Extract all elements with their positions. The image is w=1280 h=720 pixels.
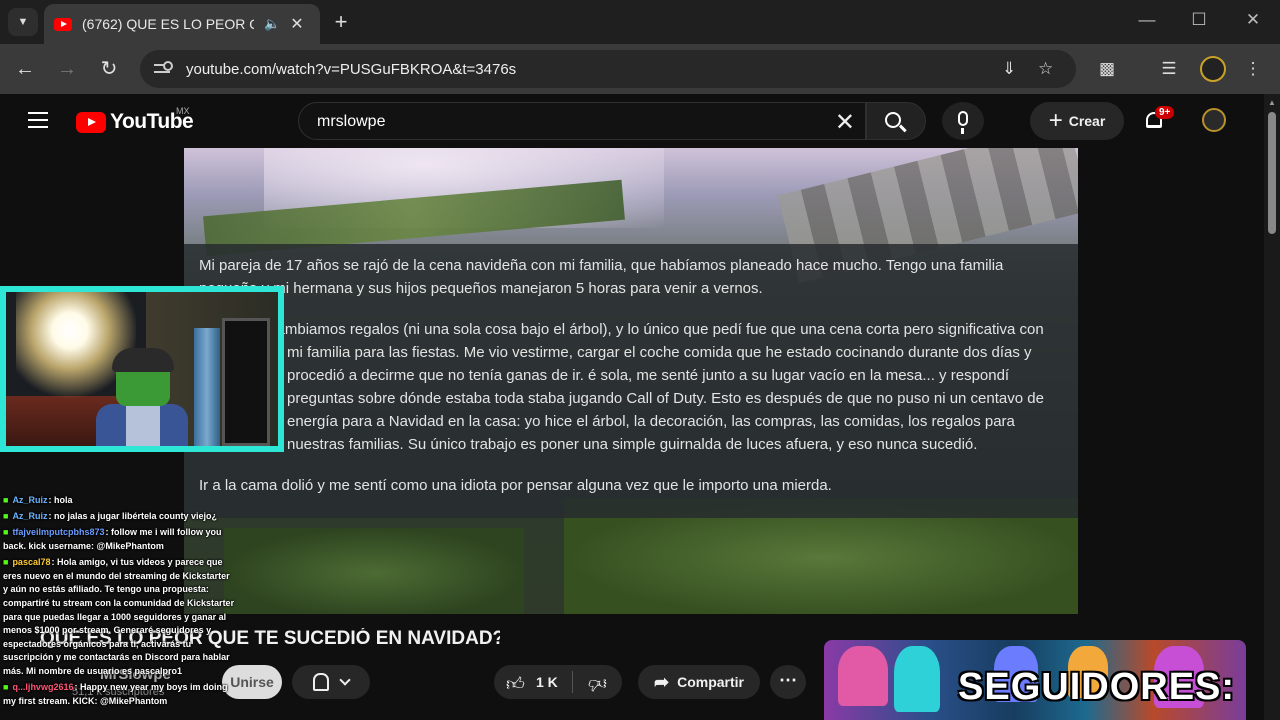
webcam-avatar-hair xyxy=(112,348,174,372)
hamburger-menu-icon[interactable] xyxy=(28,112,48,128)
bookmark-star-icon[interactable]: ☆ xyxy=(1038,50,1053,88)
tab-search-button[interactable]: ▼ xyxy=(8,8,38,36)
chevron-down-icon xyxy=(339,674,351,686)
region-code: MX xyxy=(176,106,190,116)
account-avatar[interactable] xyxy=(1202,108,1226,132)
profile-avatar[interactable] xyxy=(1200,56,1226,82)
back-arrow-icon[interactable]: ← xyxy=(12,56,38,82)
chat-username: Az_Ruiz xyxy=(12,495,48,505)
window-close-icon[interactable]: ✕ xyxy=(1238,10,1268,30)
share-label: Compartir xyxy=(677,674,744,690)
browser-tab-bar: ▼ (6762) QUE ES LO PEOR QU 🔈 ✕ + — ☐ ✕ xyxy=(0,0,1280,44)
plus-icon: + xyxy=(1048,107,1063,134)
like-count[interactable]: 1 K xyxy=(536,674,558,690)
site-settings-icon[interactable] xyxy=(154,61,173,77)
clear-search-icon[interactable]: ✕ xyxy=(835,108,855,137)
kick-badge-icon: ■ xyxy=(3,495,9,505)
new-tab-button[interactable]: + xyxy=(328,9,354,35)
followers-count-text: SEGUIDORES: 0 xyxy=(958,666,1246,708)
maximize-icon[interactable]: ☐ xyxy=(1184,10,1214,30)
kick-badge-icon: ■ xyxy=(3,527,9,538)
chat-message: ■ Az_Ruiz: hola xyxy=(0,494,238,510)
search-button[interactable] xyxy=(866,102,926,140)
chat-username: q...ljhvwg2616 xyxy=(12,682,74,693)
address-bar[interactable]: youtube.com/watch?v=PUSGuFBKROA&t=3476s … xyxy=(140,50,1076,88)
video-scene-foliage-left xyxy=(224,528,524,614)
share-button[interactable]: ➦ Compartir xyxy=(638,665,760,699)
video-player[interactable]: Mi pareja de 17 años se rajó de la cena … xyxy=(184,148,1078,614)
like-divider xyxy=(572,671,573,693)
scrollbar-thumb[interactable] xyxy=(1268,112,1276,234)
webcam-overlay xyxy=(0,286,284,452)
share-arrow-icon: ➦ xyxy=(654,671,670,692)
search-input[interactable]: mrslowpe ✕ xyxy=(298,102,866,140)
search-icon xyxy=(885,112,901,128)
webcam-window xyxy=(222,318,270,446)
chat-text: : Hola amigo, vi tus videos y parece que… xyxy=(3,557,235,676)
install-app-icon[interactable]: ⇓ xyxy=(1002,50,1016,88)
story-text-panel: Mi pareja de 17 años se rajó de la cena … xyxy=(184,244,1078,518)
kick-badge-icon: ■ xyxy=(3,682,9,693)
youtube-header: YouTube MX mrslowpe ✕ + Crear 9+ xyxy=(0,94,1264,148)
browser-menu-icon[interactable]: ⋮ xyxy=(1240,56,1266,82)
forward-arrow-icon[interactable]: → xyxy=(54,56,80,82)
search-query: mrslowpe xyxy=(317,113,386,130)
bell-icon xyxy=(313,673,329,691)
url-text: youtube.com/watch?v=PUSGuFBKROA&t=3476s xyxy=(186,60,517,78)
create-button[interactable]: + Crear xyxy=(1030,102,1124,140)
webcam-curtain xyxy=(194,328,220,446)
notification-badge: 9+ xyxy=(1155,106,1175,119)
kick-badge-icon: ■ xyxy=(3,557,9,568)
kick-badge-icon: ■ xyxy=(3,511,9,522)
chat-message: ■ pascal78: Hola amigo, vi tus videos y p… xyxy=(0,556,238,681)
thumbs-up-icon[interactable]: 👍︎ xyxy=(506,673,525,695)
tab-close-icon[interactable]: ✕ xyxy=(290,14,303,34)
chat-text: : hola xyxy=(48,495,73,505)
game-character-art xyxy=(894,646,940,712)
story-paragraph-1: Mi pareja de 17 años se rajó de la cena … xyxy=(199,257,1004,297)
chat-message: ■ Az_Ruiz: no jalas a jugar libértela cou… xyxy=(0,510,238,526)
speaker-icon[interactable]: 🔈 xyxy=(264,16,280,32)
like-dislike-group: 👍︎ 1 K 👍︎ xyxy=(494,665,622,699)
thumbs-down-icon[interactable]: 👍︎ xyxy=(588,673,607,695)
chat-text: : no jalas a jugar libértela county viej… xyxy=(48,511,217,522)
kick-chat-overlay: ■ Az_Ruiz: hola ■ Az_Ruiz: no jalas a juga… xyxy=(0,494,238,711)
chat-message: ■ q...ljhvwg2616: Happy new year my boys … xyxy=(0,681,238,711)
page-scrollbar[interactable]: ▲ xyxy=(1264,94,1280,720)
browser-toolbar: ← → ↻ youtube.com/watch?v=PUSGuFBKROA&t=… xyxy=(0,44,1280,94)
more-dots-icon: ⋯ xyxy=(779,670,797,690)
chat-message: ■ tfajveilmputcpbhs873: follow me i will … xyxy=(0,526,238,556)
media-queue-icon[interactable]: ☰ xyxy=(1156,56,1182,82)
webcam-avatar-shirt xyxy=(126,404,160,446)
subscription-bell-button[interactable] xyxy=(292,665,370,699)
game-character-art xyxy=(838,646,888,706)
more-actions-button[interactable]: ⋯ xyxy=(770,665,806,699)
tab-title: (6762) QUE ES LO PEOR QU xyxy=(82,16,254,32)
microphone-icon xyxy=(958,111,968,134)
browser-tab[interactable]: (6762) QUE ES LO PEOR QU 🔈 ✕ xyxy=(44,4,320,44)
chat-username: pascal78 xyxy=(12,557,51,568)
chat-username: Az_Ruiz xyxy=(12,511,48,522)
reload-icon[interactable]: ↻ xyxy=(96,56,122,82)
chevron-down-icon: ▼ xyxy=(17,16,29,28)
youtube-play-logo-icon xyxy=(76,111,106,133)
chat-username: tfajveilmputcpbhs873 xyxy=(12,527,105,538)
extensions-icon[interactable]: ▩ xyxy=(1094,56,1120,82)
youtube-favicon-icon xyxy=(54,17,72,31)
minimize-icon[interactable]: — xyxy=(1132,10,1162,30)
scroll-up-arrow-icon[interactable]: ▲ xyxy=(1268,98,1276,107)
story-paragraph-3: Ir a la cama dolió y me sentí como una i… xyxy=(199,477,832,494)
story-paragraph-2: yo no intercambiamos regalos (ni una sol… xyxy=(199,321,1044,453)
voice-search-button[interactable] xyxy=(942,102,984,140)
followers-counter-overlay: SEGUIDORES: 0 xyxy=(824,640,1246,720)
create-label: Crear xyxy=(1068,113,1106,129)
